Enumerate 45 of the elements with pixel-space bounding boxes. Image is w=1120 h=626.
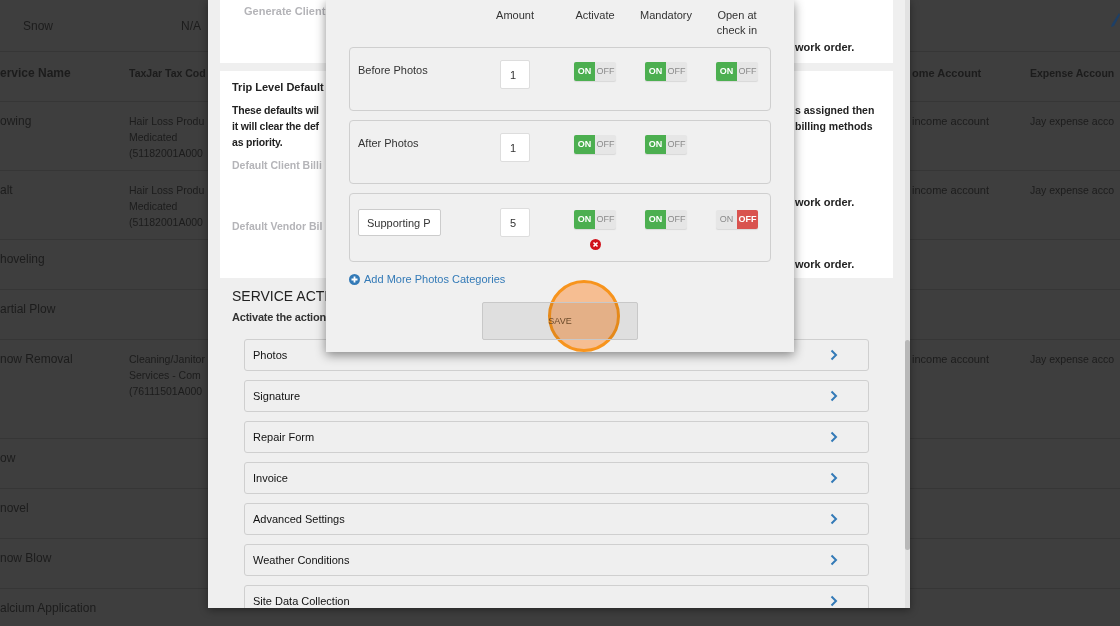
accordion-item[interactable]: Signature <box>244 380 869 412</box>
column-header: Activate <box>575 8 615 23</box>
item-label: Signature <box>253 390 301 402</box>
amount-field[interactable]: 1 <box>500 133 530 162</box>
accordion-item[interactable]: Invoice <box>244 462 869 494</box>
column-header: Mandatory <box>640 8 692 23</box>
chevron-right-icon <box>830 472 838 484</box>
accordion-item[interactable]: Weather Conditions <box>244 544 869 576</box>
section-heading: Trip Level Default <box>232 80 324 95</box>
plus-circle-icon <box>349 273 360 285</box>
help-text: work order. <box>795 40 856 55</box>
accordion-item[interactable]: Repair Form <box>244 421 869 453</box>
item-label: Weather Conditions <box>253 554 350 566</box>
item-label: Advanced Settings <box>253 513 345 525</box>
item-label: Repair Form <box>253 431 315 443</box>
description-text: s assigned then billing methods <box>795 103 875 134</box>
column-header: Amount <box>496 8 534 23</box>
item-label: Site Data Collection <box>253 595 350 607</box>
item-label: Invoice <box>253 472 288 484</box>
field-label: Default Vendor Bil <box>232 219 323 234</box>
chevron-right-icon <box>830 595 838 607</box>
category-name-field[interactable]: Supporting P <box>358 209 441 236</box>
chevron-right-icon <box>830 513 838 525</box>
category-label: After Photos <box>358 137 419 149</box>
field-label: Default Client Billi <box>232 158 322 173</box>
section-subtitle: Activate the action <box>232 310 326 325</box>
chevron-right-icon <box>830 349 838 361</box>
chevron-right-icon <box>830 390 838 402</box>
pencil-icon <box>1111 13 1120 27</box>
chevron-right-icon <box>830 431 838 443</box>
scrollbar-thumb[interactable] <box>905 340 910 550</box>
item-label: Photos <box>253 349 288 361</box>
accordion-item[interactable]: Advanced Settings <box>244 503 869 535</box>
field-label: Generate Client <box>244 4 326 19</box>
help-text: work order. <box>795 195 856 210</box>
description-text: These defaults wil it will clear the def as priority. <box>232 103 319 150</box>
column-header: Open at check in <box>715 8 759 38</box>
category-label: Before Photos <box>358 64 428 76</box>
accordion-item[interactable]: Site Data Collection <box>244 585 869 608</box>
add-categories-link[interactable]: Add More Photos Categories <box>349 271 771 287</box>
help-text: work order. <box>795 257 856 272</box>
amount-field[interactable]: 1 <box>500 60 530 89</box>
toggle-switch[interactable]: ON OFF <box>716 210 758 229</box>
chevron-right-icon <box>830 554 838 566</box>
amount-field[interactable]: 5 <box>500 208 530 237</box>
